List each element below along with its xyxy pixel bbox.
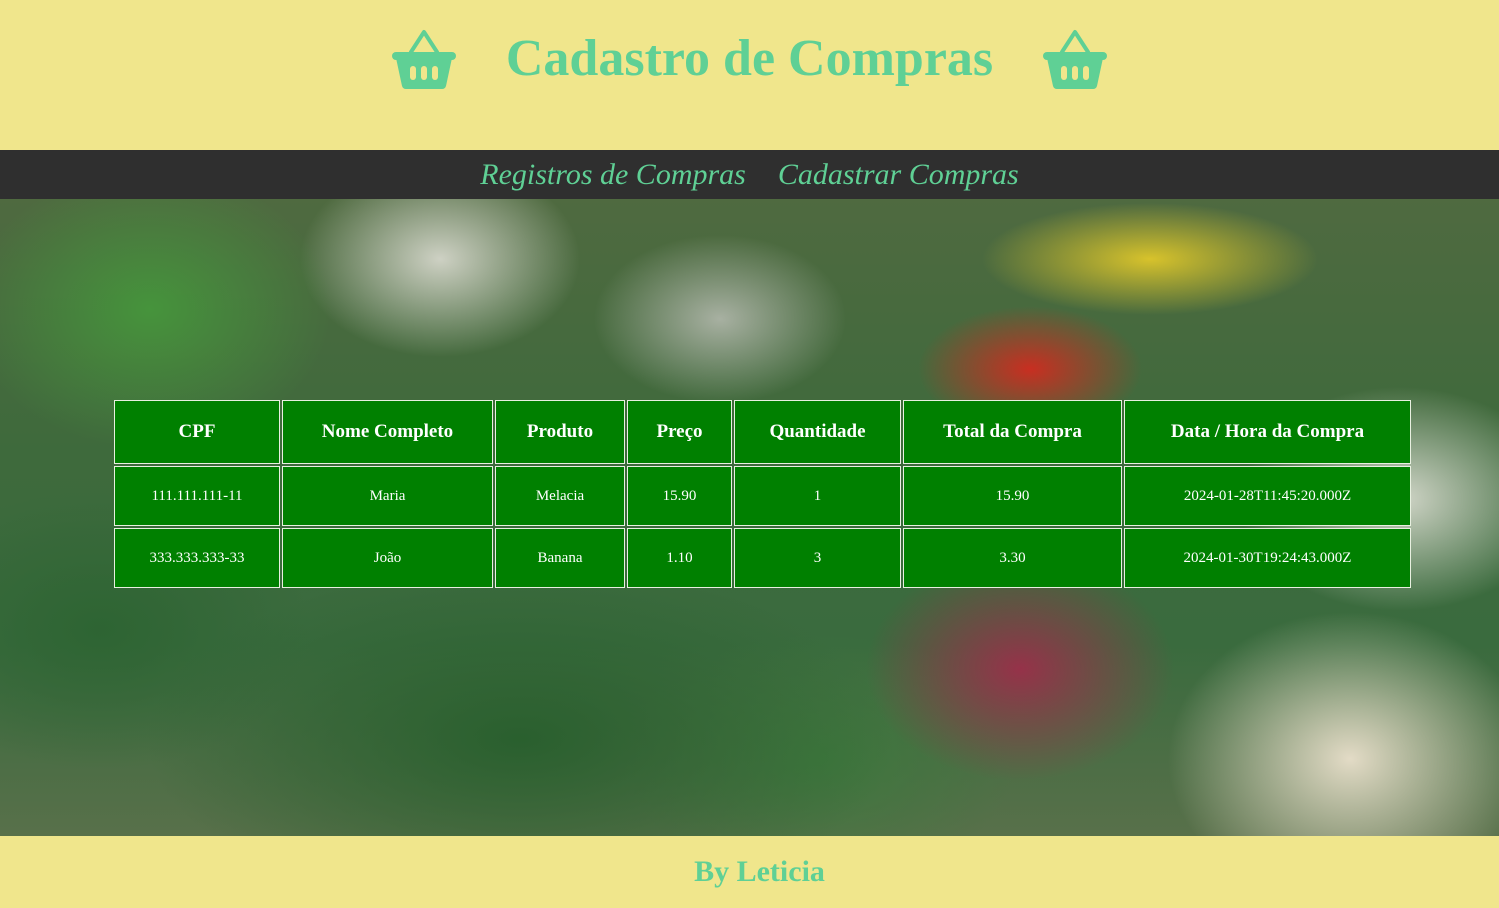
cell-nome: Maria [282, 466, 493, 526]
column-header-data-hora: Data / Hora da Compra [1124, 400, 1411, 464]
column-header-nome: Nome Completo [282, 400, 493, 464]
cell-total: 15.90 [903, 466, 1122, 526]
cell-produto: Melacia [495, 466, 625, 526]
cell-total: 3.30 [903, 528, 1122, 588]
column-header-produto: Produto [495, 400, 625, 464]
cell-quantidade: 1 [734, 466, 901, 526]
footer-credit: By Leticia [694, 855, 825, 888]
cell-data-hora: 2024-01-28T11:45:20.000Z [1124, 466, 1411, 526]
page-header: Cadastro de Compras [0, 0, 1499, 150]
page-footer: By Leticia [0, 836, 1499, 908]
header-inner: Cadastro de Compras [390, 28, 1109, 90]
cell-quantidade: 3 [734, 528, 901, 588]
cell-data-hora: 2024-01-30T19:24:43.000Z [1124, 528, 1411, 588]
cell-cpf: 111.111.111-11 [114, 466, 280, 526]
basket-icon [1043, 30, 1108, 89]
cell-cpf: 333.333.333-33 [114, 528, 280, 588]
cell-produto: Banana [495, 528, 625, 588]
main-nav: Registros de Compras Cadastrar Compras [0, 150, 1499, 199]
cell-preco: 15.90 [627, 466, 732, 526]
purchase-records-table: CPF Nome Completo Produto Preço Quantida… [112, 398, 1413, 590]
table-row: 111.111.111-11 Maria Melacia 15.90 1 15.… [114, 466, 1411, 526]
table-header-row: CPF Nome Completo Produto Preço Quantida… [114, 400, 1411, 464]
cell-nome: João [282, 528, 493, 588]
basket-icon [391, 30, 456, 89]
table-row: 333.333.333-33 João Banana 1.10 3 3.30 2… [114, 528, 1411, 588]
column-header-total: Total da Compra [903, 400, 1122, 464]
vegetables-background-image: CPF Nome Completo Produto Preço Quantida… [0, 199, 1499, 836]
column-header-cpf: CPF [114, 400, 280, 464]
page-title: Cadastro de Compras [505, 30, 994, 87]
records-table-container: CPF Nome Completo Produto Preço Quantida… [112, 398, 1413, 590]
nav-link-cadastrar[interactable]: Cadastrar Compras [778, 150, 1019, 199]
nav-link-registros[interactable]: Registros de Compras [480, 150, 746, 199]
column-header-quantidade: Quantidade [734, 400, 901, 464]
cell-preco: 1.10 [627, 528, 732, 588]
column-header-preco: Preço [627, 400, 732, 464]
